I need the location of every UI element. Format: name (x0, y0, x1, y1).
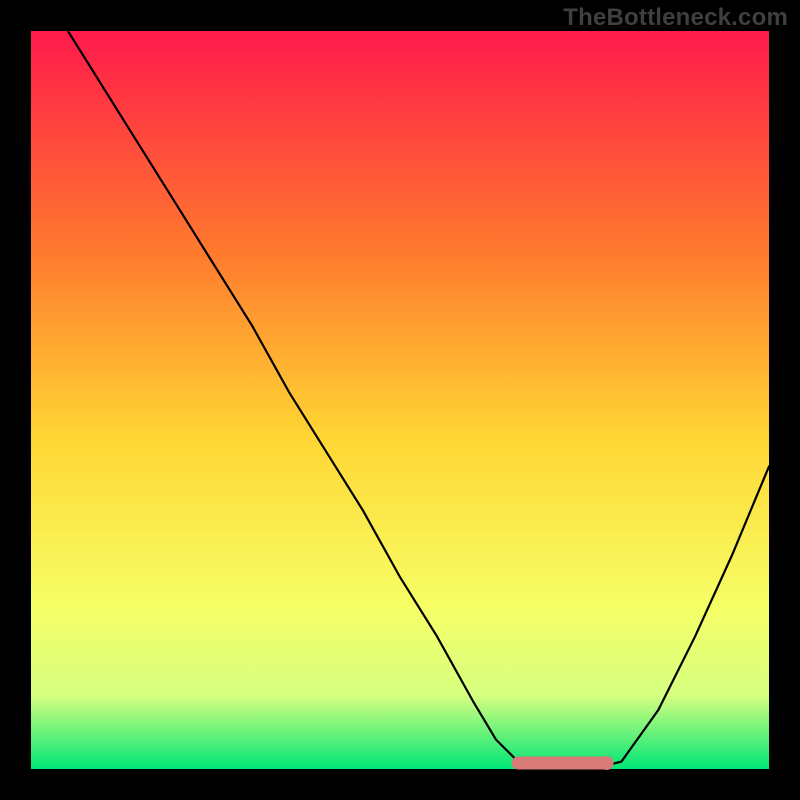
watermark-text: TheBottleneck.com (563, 4, 788, 32)
plot-gradient-background (31, 31, 769, 769)
bottleneck-chart (0, 0, 800, 800)
current-config-point (600, 756, 614, 770)
chart-frame: TheBottleneck.com (0, 0, 800, 800)
